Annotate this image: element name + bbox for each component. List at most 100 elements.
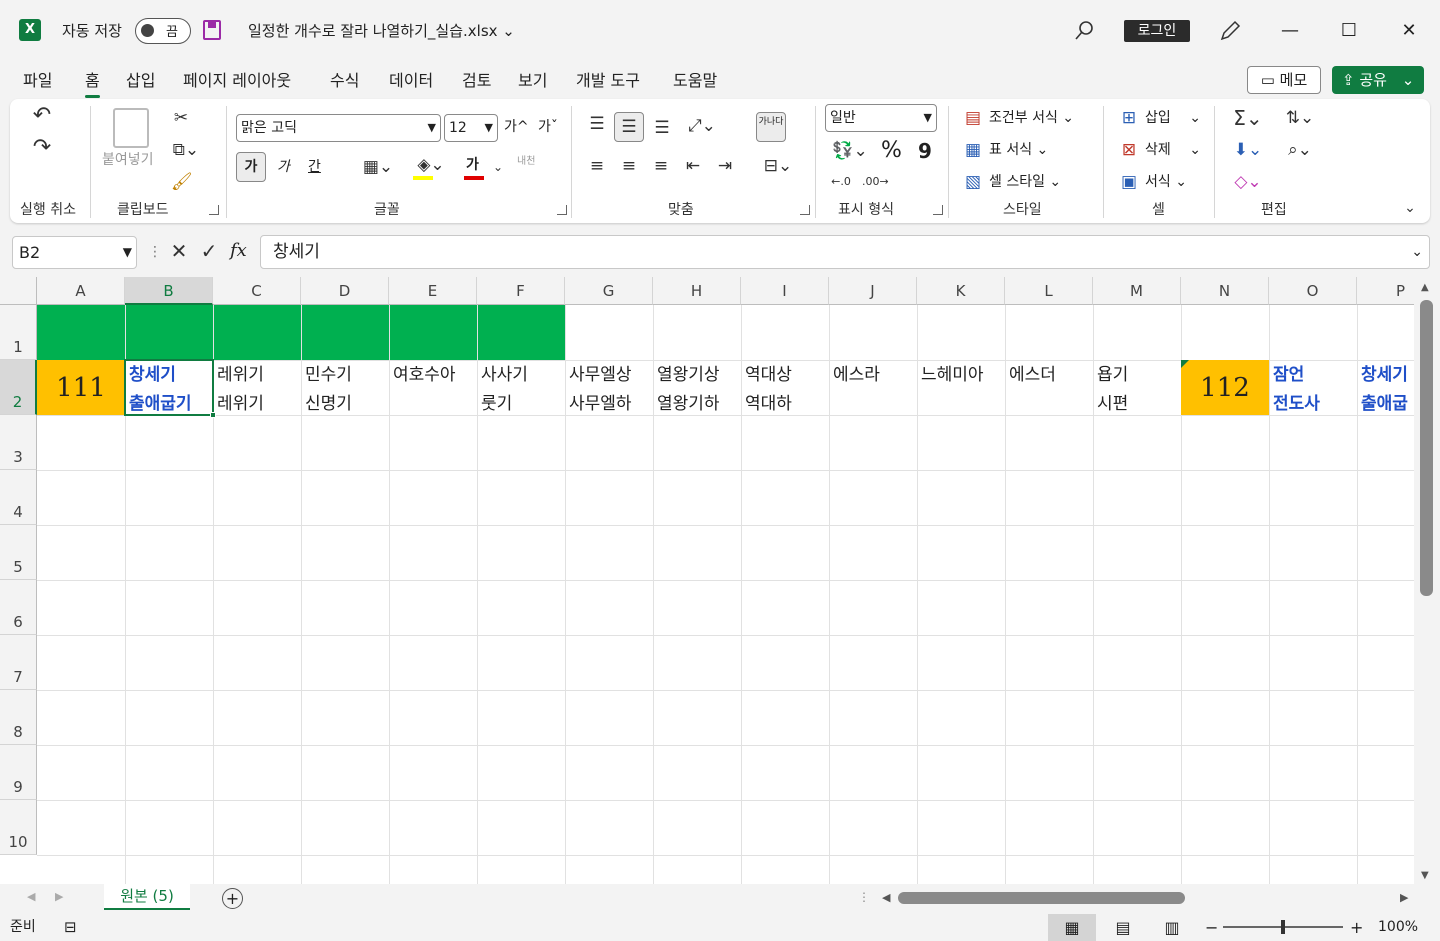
row-header-8[interactable]: 8: [0, 690, 37, 745]
cell-o2[interactable]: 잠언 전도사: [1269, 360, 1357, 415]
enter-icon[interactable]: ✓: [198, 241, 220, 261]
wrap-text-button[interactable]: 가나다: [756, 112, 786, 142]
delete-cells-button[interactable]: 삭제 ⌄: [1145, 141, 1201, 159]
cell-style-button[interactable]: 셀 스타일 ⌄: [989, 173, 1061, 191]
maximize-icon[interactable]: ☐: [1334, 16, 1364, 46]
cell-i2[interactable]: 역대상 역대하: [741, 360, 829, 415]
tab-insert[interactable]: 삽입: [126, 70, 155, 92]
zoom-slider-knob[interactable]: [1281, 920, 1285, 934]
share-button[interactable]: ⇪ 공유 ⌄: [1332, 66, 1424, 94]
column-header-m[interactable]: M: [1093, 277, 1181, 305]
clear-icon[interactable]: ◇⌄: [1228, 172, 1268, 192]
collapse-ribbon-icon[interactable]: ⌄: [1400, 198, 1420, 218]
fill-color-icon[interactable]: ◈⌄: [411, 155, 451, 175]
cell-m2[interactable]: 욥기 시편: [1093, 360, 1181, 415]
redo-icon[interactable]: ↷: [30, 137, 54, 159]
spreadsheet-grid[interactable]: A B C D E F G H I J K L M N O P 1 2 3 4 5 6 7 8 9 10 111 창세기 출애굽기 레위…: [0, 277, 1414, 884]
select-all-corner[interactable]: [0, 277, 37, 305]
column-header-n[interactable]: N: [1181, 277, 1269, 305]
cell-d2[interactable]: 민수기 신명기: [301, 360, 389, 415]
column-header-j[interactable]: J: [829, 277, 917, 305]
cell-f2[interactable]: 사사기 룻기: [477, 360, 565, 415]
insert-function-icon[interactable]: fx: [230, 240, 247, 261]
paste-icon[interactable]: [113, 108, 149, 148]
cell-k2[interactable]: 느헤미아: [917, 360, 1005, 415]
close-icon[interactable]: ✕: [1394, 16, 1424, 46]
row-header-2[interactable]: 2: [0, 360, 37, 415]
save-icon[interactable]: [203, 20, 221, 40]
autosave-toggle[interactable]: 끔: [135, 18, 191, 44]
align-middle-icon[interactable]: ☰: [614, 112, 644, 142]
tab-file[interactable]: 파일: [23, 70, 52, 92]
chevron-down-icon[interactable]: ⌄: [492, 157, 504, 177]
column-header-h[interactable]: H: [653, 277, 741, 305]
comma-button[interactable]: 9: [918, 139, 932, 163]
row-header-9[interactable]: 9: [0, 745, 37, 800]
conditional-format-button[interactable]: 조건부 서식 ⌄: [989, 109, 1074, 127]
zoom-out-icon[interactable]: −: [1205, 914, 1218, 941]
page-layout-view-icon[interactable]: ▤: [1099, 914, 1147, 941]
currency-icon[interactable]: 💱⌄: [829, 141, 871, 161]
row-header-6[interactable]: 6: [0, 580, 37, 635]
prev-sheet-icon[interactable]: ◀: [27, 890, 35, 903]
column-header-c[interactable]: C: [213, 277, 301, 305]
sheet-tab-active[interactable]: 원본 (5): [104, 884, 190, 910]
scroll-up-icon[interactable]: ▲: [1421, 282, 1429, 293]
number-format-select[interactable]: 일반 ▼: [825, 104, 937, 132]
tab-help[interactable]: 도움말: [673, 70, 717, 92]
memo-button[interactable]: ▭ 메모: [1247, 66, 1321, 94]
normal-view-icon[interactable]: ▦: [1048, 914, 1096, 941]
align-center-icon[interactable]: ≡: [617, 156, 641, 176]
zoom-level[interactable]: 100%: [1378, 914, 1418, 941]
tab-developer[interactable]: 개발 도구: [576, 70, 640, 92]
tab-review[interactable]: 검토: [462, 70, 491, 92]
column-header-b[interactable]: B: [125, 277, 213, 305]
column-header-k[interactable]: K: [917, 277, 1005, 305]
grow-font-button[interactable]: 가^: [504, 118, 529, 136]
cell-h2[interactable]: 열왕기상 열왕기하: [653, 360, 741, 415]
cell-p2[interactable]: 창세기 출애굽: [1357, 360, 1414, 415]
splitter-icon[interactable]: ⋮: [858, 890, 870, 904]
increase-indent-icon[interactable]: ⇥: [713, 156, 737, 176]
search-icon[interactable]: [1074, 19, 1096, 41]
phonetic-button[interactable]: 내천: [517, 156, 539, 168]
file-name[interactable]: 일정한 개수로 잘라 나열하기_실습.xlsx ⌄: [248, 21, 515, 41]
decrease-decimal-icon[interactable]: .00→: [862, 172, 889, 192]
orientation-icon[interactable]: ⤢⌄: [682, 116, 722, 136]
align-right-icon[interactable]: ≡: [649, 156, 673, 176]
more-icon[interactable]: ⋮: [148, 244, 162, 260]
bold-button[interactable]: 가: [236, 152, 266, 182]
undo-icon[interactable]: ↶: [30, 105, 54, 127]
font-launcher-icon[interactable]: [557, 205, 567, 215]
table-format-button[interactable]: 표 서식 ⌄: [989, 141, 1048, 159]
cell-c2[interactable]: 레위기 레위기: [213, 360, 301, 415]
zoom-in-icon[interactable]: +: [1350, 914, 1363, 941]
row-header-5[interactable]: 5: [0, 525, 37, 580]
tab-data[interactable]: 데이터: [389, 70, 433, 92]
paste-label[interactable]: 붙여넣기: [102, 151, 154, 169]
cancel-icon[interactable]: ✕: [168, 241, 190, 261]
row-header-1[interactable]: 1: [0, 305, 37, 360]
pen-icon[interactable]: [1219, 18, 1243, 42]
accessibility-icon[interactable]: ⊟: [64, 918, 77, 936]
column-header-d[interactable]: D: [301, 277, 389, 305]
fill-handle[interactable]: [210, 412, 216, 418]
column-header-l[interactable]: L: [1005, 277, 1093, 305]
increase-decimal-icon[interactable]: ←.0: [829, 172, 853, 192]
format-cells-button[interactable]: 서식 ⌄: [1145, 173, 1187, 191]
cut-icon[interactable]: ✂: [171, 108, 191, 128]
minimize-icon[interactable]: —: [1275, 16, 1305, 46]
percent-button[interactable]: %: [881, 139, 902, 163]
horizontal-scroll-thumb[interactable]: [898, 892, 1185, 904]
column-header-g[interactable]: G: [565, 277, 653, 305]
row-header-3[interactable]: 3: [0, 415, 37, 470]
column-header-a[interactable]: A: [37, 277, 125, 305]
cell-e2[interactable]: 여호수아: [389, 360, 477, 415]
tab-page-layout[interactable]: 페이지 레이아웃: [183, 70, 291, 92]
border-icon[interactable]: ▦⌄: [358, 157, 398, 177]
column-header-e[interactable]: E: [389, 277, 477, 305]
find-select-icon[interactable]: ⌕⌄: [1280, 140, 1320, 160]
merge-center-icon[interactable]: ⊟⌄: [757, 156, 799, 176]
cell-g2[interactable]: 사무엘상 사무엘하: [565, 360, 653, 415]
align-bottom-icon[interactable]: ☰: [650, 118, 674, 138]
